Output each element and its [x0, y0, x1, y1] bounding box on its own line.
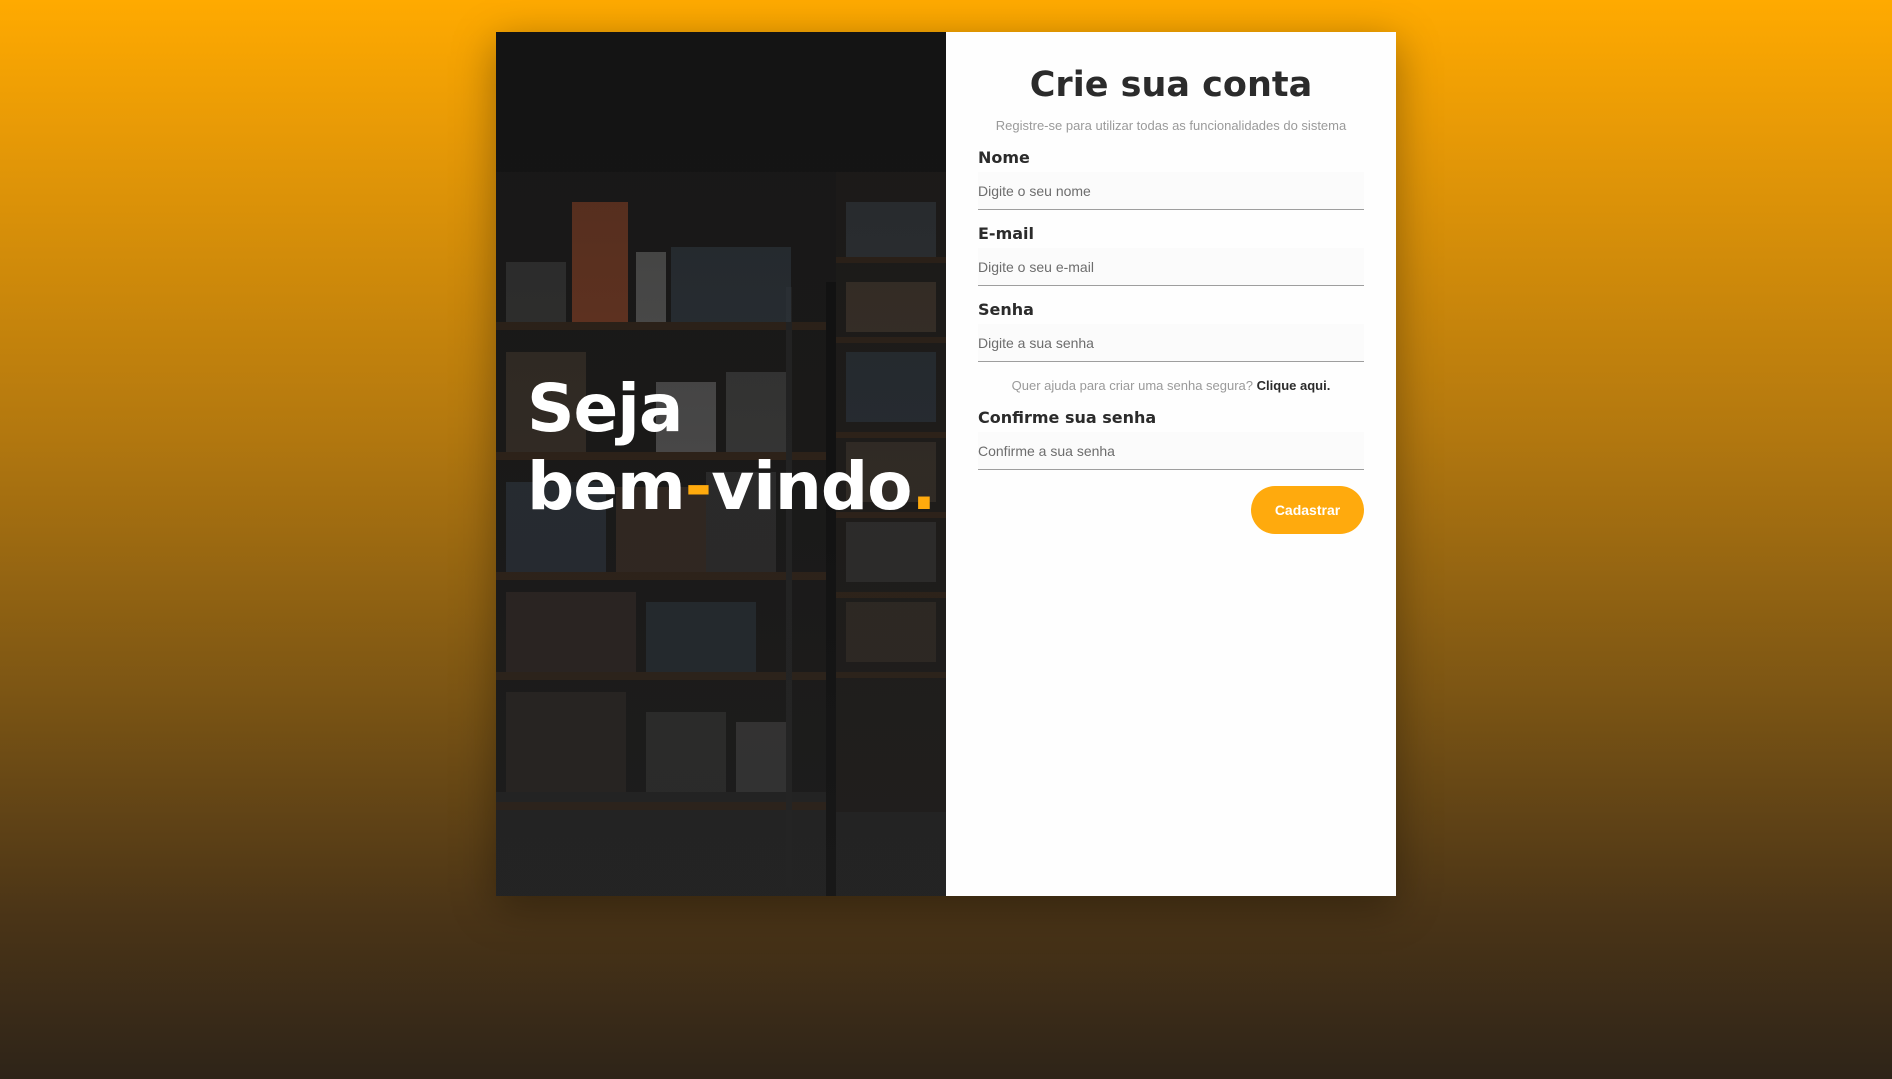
password-help-text: Quer ajuda para criar uma senha segura? — [1011, 378, 1254, 393]
confirm-password-field: Confirme sua senha — [978, 408, 1364, 470]
hero-panel: Seja bem-vindo. — [496, 32, 946, 896]
name-field: Nome — [978, 148, 1364, 210]
confirm-password-label: Confirme sua senha — [978, 408, 1157, 427]
welcome-dot: . — [911, 448, 936, 525]
email-label: E-mail — [978, 224, 1035, 243]
signup-form-panel: Crie sua conta Registre-se para utilizar… — [946, 32, 1396, 896]
welcome-vindo: vindo — [711, 448, 912, 525]
welcome-dash: - — [684, 448, 712, 525]
form-title: Crie sua conta — [1029, 65, 1313, 105]
password-help: Quer ajuda para criar uma senha segura? … — [978, 378, 1364, 394]
email-input[interactable] — [978, 248, 1364, 286]
register-button[interactable]: Cadastrar — [1251, 486, 1364, 534]
submit-row: Cadastrar — [978, 486, 1364, 534]
welcome-line-1: Seja — [527, 370, 683, 447]
welcome-heading: Seja bem-vindo. — [527, 370, 936, 526]
password-label: Senha — [978, 300, 1034, 319]
welcome-bem: bem — [527, 448, 686, 525]
form-subtitle: Registre-se para utilizar todas as funci… — [995, 118, 1347, 133]
name-label: Nome — [978, 148, 1030, 167]
password-input[interactable] — [978, 324, 1364, 362]
welcome-line-2: bem-vindo. — [527, 448, 936, 526]
email-field: E-mail — [978, 224, 1364, 286]
password-field: Senha — [978, 300, 1364, 362]
password-help-link[interactable]: Clique aqui. — [1257, 378, 1331, 393]
signup-card: Seja bem-vindo. Crie sua conta Registre-… — [496, 32, 1396, 896]
name-input[interactable] — [978, 172, 1364, 210]
confirm-password-input[interactable] — [978, 432, 1364, 470]
